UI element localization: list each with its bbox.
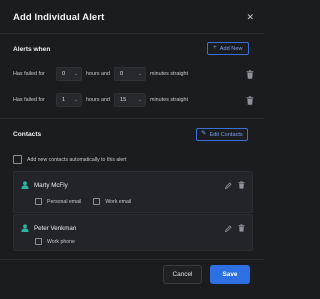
chevron-down-icon: ⌄ bbox=[73, 97, 78, 103]
option-checkbox[interactable] bbox=[35, 198, 42, 205]
alerts-section-title: Alerts when bbox=[13, 46, 51, 53]
trash-icon[interactable] bbox=[238, 181, 245, 189]
edit-icon: ✎ bbox=[201, 130, 207, 138]
option-label: Work email bbox=[105, 198, 132, 205]
add-new-label: Add New bbox=[219, 45, 243, 52]
chevron-down-icon: ⌄ bbox=[137, 71, 142, 77]
dialog-header: Add Individual Alert ✕ bbox=[13, 10, 254, 24]
contact-option[interactable]: Work email bbox=[93, 198, 131, 205]
contact-card: Marty McFly Personal email Work email bbox=[13, 171, 253, 213]
contact-option[interactable]: Personal email bbox=[35, 198, 81, 205]
rule-prefix: Has failed for bbox=[13, 71, 45, 77]
minutes-label: minutes straight bbox=[149, 71, 189, 77]
contact-header: Marty McFly bbox=[21, 181, 245, 189]
save-button[interactable]: Save bbox=[210, 265, 250, 284]
plus-icon: + bbox=[213, 44, 217, 52]
save-label: Save bbox=[222, 271, 238, 278]
contact-card: Peter Venkman Work phone bbox=[13, 214, 253, 251]
trash-icon[interactable] bbox=[246, 95, 254, 105]
cancel-button[interactable]: Cancel bbox=[163, 265, 202, 284]
hours-label: hours and bbox=[86, 71, 110, 77]
alert-rule-row: Has failed for 1 ⌄ hours and 15 ⌄ minute… bbox=[13, 93, 254, 107]
alert-rule-row: Has failed for 0 ⌄ hours and 0 ⌄ minutes… bbox=[13, 67, 254, 81]
trash-icon[interactable] bbox=[238, 224, 245, 232]
hours-select[interactable]: 0 ⌄ bbox=[56, 67, 82, 81]
pencil-icon[interactable] bbox=[225, 224, 232, 232]
section-divider bbox=[0, 118, 264, 119]
option-checkbox[interactable] bbox=[93, 198, 101, 205]
contact-header: Peter Venkman bbox=[21, 224, 245, 232]
hours-select[interactable]: 1 ⌄ bbox=[56, 93, 82, 107]
hours-label: hours and bbox=[86, 97, 110, 103]
contacts-section-title: Contacts bbox=[13, 131, 42, 138]
contact-actions bbox=[225, 224, 245, 232]
hours-value: 1 bbox=[62, 97, 66, 103]
dialog-title: Add Individual Alert bbox=[13, 11, 105, 23]
cancel-label: Cancel bbox=[172, 271, 193, 278]
option-label: Work phone bbox=[47, 238, 75, 245]
minutes-label: minutes straight bbox=[149, 97, 189, 103]
auto-add-checkbox[interactable] bbox=[13, 155, 22, 164]
chevron-down-icon: ⌄ bbox=[73, 71, 78, 77]
edit-contacts-button[interactable]: ✎ Edit Contacts bbox=[196, 128, 248, 141]
pencil-icon[interactable] bbox=[225, 181, 232, 189]
minutes-value: 15 bbox=[119, 97, 127, 103]
person-icon bbox=[21, 224, 29, 232]
contact-name: Peter Venkman bbox=[34, 224, 77, 232]
close-icon[interactable]: ✕ bbox=[246, 12, 254, 22]
minutes-value: 0 bbox=[119, 71, 124, 77]
footer-divider bbox=[0, 259, 264, 260]
chevron-down-icon: ⌄ bbox=[137, 97, 142, 103]
hours-value: 0 bbox=[62, 71, 66, 77]
minutes-select[interactable]: 0 ⌄ bbox=[113, 67, 146, 81]
add-new-button[interactable]: + Add New bbox=[207, 42, 249, 55]
option-label: Personal email bbox=[47, 198, 82, 205]
contact-options: Work phone bbox=[35, 238, 75, 245]
trash-icon[interactable] bbox=[246, 69, 254, 79]
rule-prefix: Has failed for bbox=[13, 97, 45, 103]
contact-option[interactable]: Work phone bbox=[35, 238, 75, 245]
add-alert-dialog: Add Individual Alert ✕ Alerts when + Add… bbox=[0, 0, 264, 299]
header-divider bbox=[0, 33, 264, 34]
auto-add-label: Add new contacts automatically to this a… bbox=[27, 156, 127, 163]
person-icon bbox=[21, 181, 29, 189]
contact-name: Marty McFly bbox=[34, 181, 68, 189]
minutes-select[interactable]: 15 ⌄ bbox=[113, 93, 146, 107]
edit-contacts-label: Edit Contacts bbox=[209, 131, 243, 138]
option-checkbox[interactable] bbox=[35, 238, 42, 245]
contact-options: Personal email Work email bbox=[35, 198, 131, 205]
auto-add-option[interactable]: Add new contacts automatically to this a… bbox=[13, 155, 126, 164]
contact-actions bbox=[225, 181, 245, 189]
